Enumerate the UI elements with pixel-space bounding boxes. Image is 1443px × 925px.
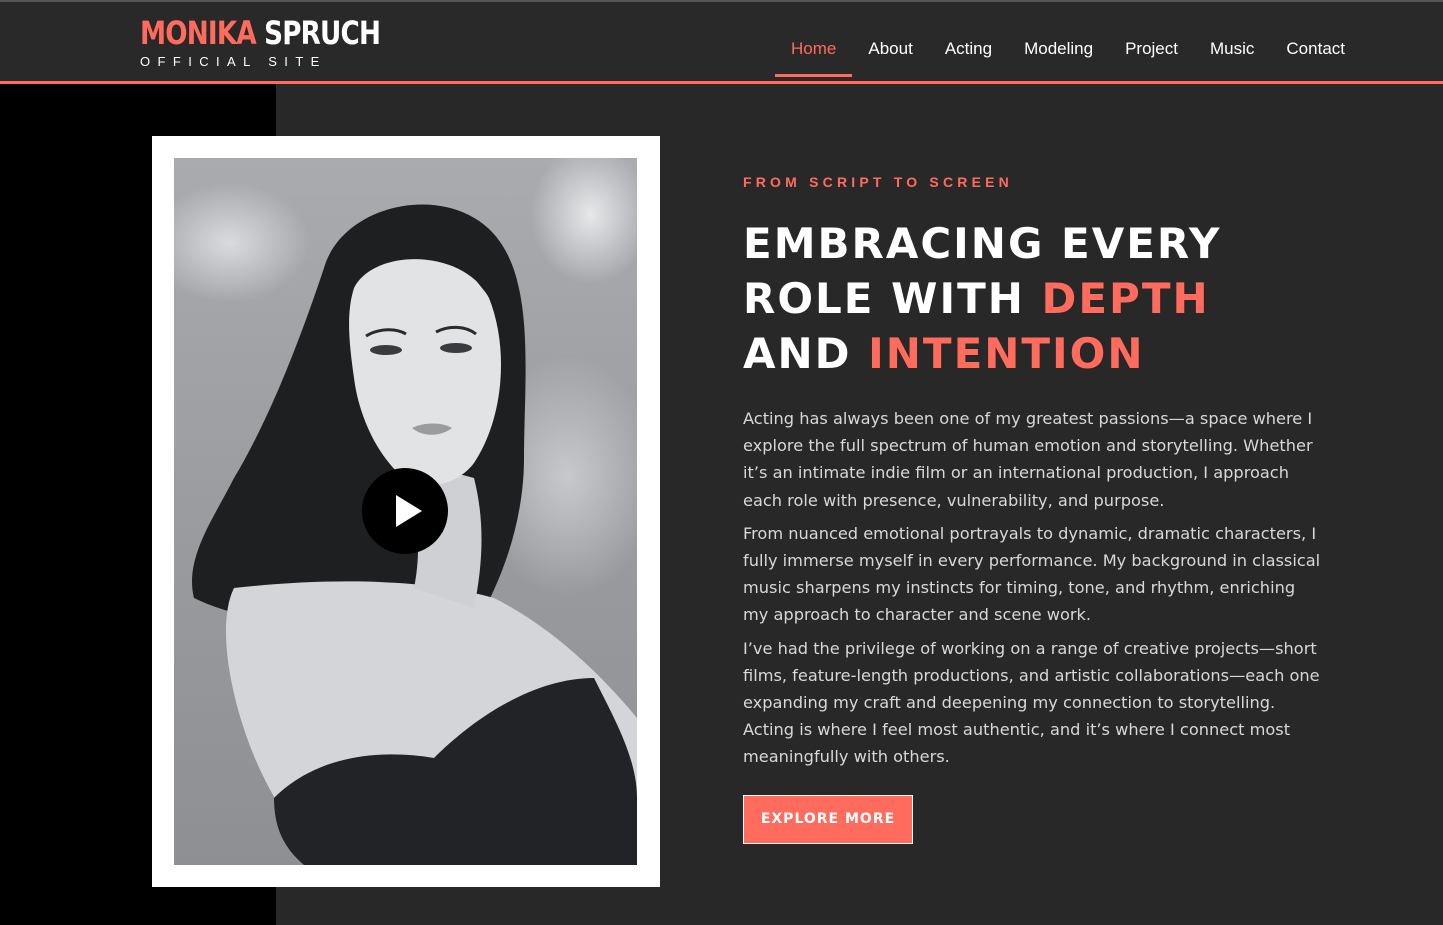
- section-eyebrow: FROM SCRIPT TO SCREEN: [743, 174, 1013, 190]
- logo-last-name: SPRUCH: [264, 14, 381, 52]
- nav-item-acting[interactable]: Acting: [929, 9, 1008, 75]
- body-paragraph: Acting has always been one of my greates…: [743, 409, 1313, 510]
- headline-line-2-accent: DEPTH: [1041, 274, 1210, 323]
- nav-item-home[interactable]: Home: [775, 9, 853, 77]
- logo-name: MONIKA SPRUCH: [140, 14, 381, 52]
- nav-item-modeling[interactable]: Modeling: [1008, 9, 1109, 75]
- site-header: MONIKA SPRUCH OFFICIAL SITE Home About A…: [0, 0, 1443, 84]
- nav-item-contact[interactable]: Contact: [1270, 9, 1361, 75]
- headline-line-1: EMBRACING EVERY: [743, 219, 1222, 268]
- video-frame: [152, 136, 660, 887]
- body-paragraph: I’ve had the privilege of working on a r…: [743, 638, 1320, 767]
- explore-more-button[interactable]: EXPLORE MORE: [743, 794, 913, 844]
- section-headline: EMBRACING EVERY ROLE WITH DEPTH AND INTE…: [743, 216, 1343, 381]
- headline-line-2-white: ROLE WITH: [743, 274, 1042, 323]
- headline-line-3-white: AND: [743, 329, 869, 378]
- site-logo[interactable]: MONIKA SPRUCH OFFICIAL SITE: [140, 16, 433, 69]
- body-paragraph: From nuanced emotional portrayals to dyn…: [743, 523, 1321, 625]
- nav-item-project[interactable]: Project: [1109, 9, 1194, 75]
- acting-intro-section: FROM SCRIPT TO SCREEN EMBRACING EVERY RO…: [743, 174, 1343, 844]
- video-thumbnail-portrait[interactable]: [174, 158, 637, 865]
- logo-subtitle: OFFICIAL SITE: [140, 54, 327, 69]
- main-nav: Home About Acting Modeling Project Music…: [775, 2, 1361, 82]
- logo-first-name: MONIKA: [140, 14, 257, 52]
- nav-item-music[interactable]: Music: [1194, 9, 1270, 75]
- nav-item-about[interactable]: About: [852, 9, 928, 75]
- headline-line-3-accent: INTENTION: [868, 329, 1145, 378]
- play-icon[interactable]: [362, 468, 448, 554]
